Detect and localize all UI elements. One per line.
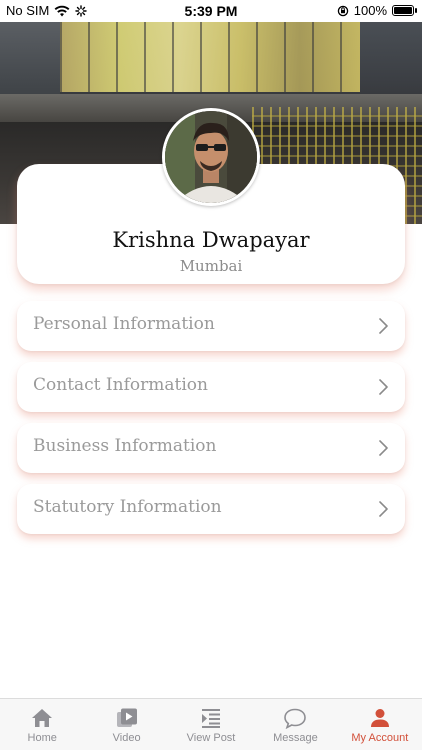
statutory-information-row[interactable]: Statutory Information xyxy=(17,484,405,534)
chevron-right-icon xyxy=(379,379,388,395)
chevron-right-icon xyxy=(379,440,388,456)
tab-home-label: Home xyxy=(27,732,57,744)
status-right: 100% xyxy=(337,3,417,18)
tab-video[interactable]: Video xyxy=(84,699,168,750)
profile-photo xyxy=(165,111,257,203)
contact-information-row[interactable]: Contact Information xyxy=(17,362,405,412)
personal-information-label: Personal Information xyxy=(33,314,215,334)
tab-message-label: Message xyxy=(273,732,318,744)
business-information-label: Business Information xyxy=(33,436,217,456)
battery-percent: 100% xyxy=(353,3,387,18)
tab-home[interactable]: Home xyxy=(0,699,84,750)
battery-icon xyxy=(392,5,417,16)
message-icon xyxy=(284,708,307,729)
status-bar: No SIM 5:39 PM 100% xyxy=(0,0,422,22)
home-icon xyxy=(32,709,53,727)
contact-information-label: Contact Information xyxy=(33,375,208,395)
tab-message[interactable]: Message xyxy=(253,699,337,750)
chevron-right-icon xyxy=(379,318,388,334)
view-post-icon xyxy=(202,709,221,728)
tab-view-post[interactable]: View Post xyxy=(169,699,253,750)
tab-view-post-label: View Post xyxy=(186,732,236,744)
video-icon xyxy=(116,708,137,727)
tab-bar: Home Video View Post Message My Account xyxy=(0,698,422,750)
tab-video-label: Video xyxy=(112,732,141,744)
personal-information-row[interactable]: Personal Information xyxy=(17,301,405,351)
account-icon xyxy=(370,709,389,727)
orientation-lock-icon xyxy=(337,5,348,16)
profile-city: Mumbai xyxy=(179,257,243,275)
profile-avatar[interactable] xyxy=(162,108,260,206)
profile-name: Krishna Dwapayar xyxy=(112,228,310,252)
statutory-information-label: Statutory Information xyxy=(33,497,222,517)
tab-my-account[interactable]: My Account xyxy=(338,699,422,750)
chevron-right-icon xyxy=(379,501,388,517)
business-information-row[interactable]: Business Information xyxy=(17,423,405,473)
tab-my-account-label: My Account xyxy=(351,732,409,744)
info-list: Personal Information Contact Information… xyxy=(17,301,405,545)
